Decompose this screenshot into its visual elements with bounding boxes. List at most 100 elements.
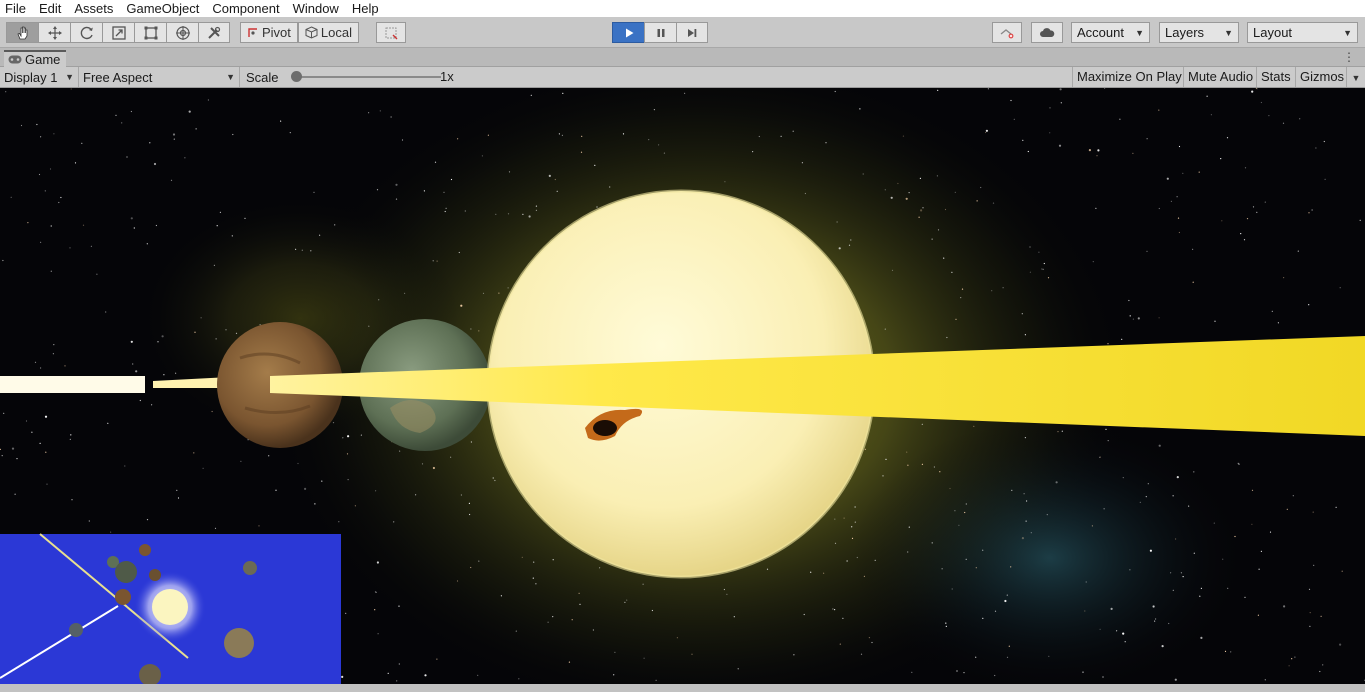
star — [1166, 177, 1169, 180]
tab-game[interactable]: Game — [4, 50, 67, 67]
star — [532, 577, 534, 579]
scale-slider-thumb[interactable] — [290, 71, 302, 82]
pause-button[interactable] — [644, 22, 676, 43]
star — [994, 610, 997, 612]
play-button[interactable] — [612, 22, 644, 43]
local-button[interactable]: Local — [297, 22, 359, 43]
rotate-tool-button[interactable] — [70, 22, 102, 43]
gizmos-dropdown[interactable]: ▼ — [1346, 67, 1365, 87]
grid-snap-icon — [385, 27, 398, 39]
star — [975, 567, 977, 569]
star — [863, 575, 866, 577]
star — [919, 177, 922, 179]
star — [1152, 605, 1155, 608]
star — [832, 608, 834, 610]
move-tool-button[interactable] — [38, 22, 70, 43]
status-bar — [0, 684, 1365, 692]
star — [1002, 287, 1004, 289]
star — [347, 479, 349, 481]
maximize-on-play-toggle[interactable]: Maximize On Play — [1072, 67, 1186, 87]
star — [941, 568, 943, 570]
star — [295, 248, 297, 250]
local-label: Local — [320, 25, 352, 40]
star — [1193, 552, 1195, 554]
star — [132, 363, 134, 365]
star — [1335, 506, 1337, 508]
menu-window[interactable]: Window — [287, 0, 346, 17]
mute-audio-toggle[interactable]: Mute Audio — [1183, 67, 1257, 87]
star — [518, 678, 520, 680]
star — [1010, 566, 1012, 568]
gizmos-button[interactable]: Gizmos — [1295, 67, 1348, 87]
star — [135, 370, 138, 373]
menu-help[interactable]: Help — [346, 0, 386, 17]
star — [1049, 107, 1051, 109]
star — [1264, 679, 1266, 681]
star — [301, 249, 303, 251]
menu-file[interactable]: File — [0, 0, 33, 17]
star — [16, 458, 18, 460]
menu-edit[interactable]: Edit — [33, 0, 68, 17]
game-viewport[interactable] — [0, 88, 1365, 684]
layout-dropdown[interactable]: Layout ▼ — [1247, 22, 1358, 43]
star — [850, 239, 852, 241]
menu-gameobject[interactable]: GameObject — [120, 0, 206, 17]
collab-button[interactable] — [992, 22, 1022, 43]
star — [1178, 231, 1180, 234]
star — [558, 133, 561, 135]
layers-dropdown[interactable]: Layers ▼ — [1159, 22, 1239, 43]
rect-tool-button[interactable] — [134, 22, 166, 43]
star — [225, 329, 227, 331]
game-view-toolbar: Display 1 ▼ Free Aspect ▼ Scale 1x Maxim… — [0, 67, 1365, 88]
star — [27, 222, 29, 224]
star — [1251, 90, 1254, 93]
transform-tool-button[interactable] — [166, 22, 198, 43]
account-dropdown[interactable]: Account ▼ — [1071, 22, 1150, 43]
more-options-icon[interactable]: ⋮ — [1343, 50, 1355, 64]
star — [1312, 511, 1314, 513]
star — [1251, 489, 1254, 491]
star — [911, 671, 913, 674]
star — [1158, 207, 1160, 210]
star — [1206, 95, 1208, 97]
minimap[interactable] — [0, 533, 341, 684]
stats-toggle[interactable]: Stats — [1256, 67, 1295, 87]
custom-tool-button[interactable] — [198, 22, 230, 43]
star — [965, 558, 967, 560]
star — [456, 580, 459, 582]
star — [547, 621, 549, 623]
cloud-button[interactable] — [1031, 22, 1063, 43]
menu-assets[interactable]: Assets — [68, 0, 120, 17]
star — [1257, 614, 1259, 616]
aspect-select[interactable]: Free Aspect ▼ — [79, 67, 240, 87]
star — [1308, 588, 1311, 590]
star — [115, 114, 117, 116]
star — [980, 186, 982, 189]
star — [398, 663, 400, 665]
scale-tool-button[interactable] — [102, 22, 134, 43]
main-toolbar: Pivot Local Account ▼ Layers ▼ Layout ▼ — [0, 17, 1365, 48]
star — [124, 465, 126, 467]
scale-slider[interactable] — [290, 71, 441, 82]
star — [81, 142, 83, 144]
star — [1226, 137, 1229, 139]
star — [1010, 99, 1012, 102]
snap-button[interactable] — [376, 22, 406, 43]
star — [1277, 322, 1279, 324]
star — [460, 304, 463, 307]
star — [64, 365, 66, 367]
star — [436, 260, 438, 262]
step-button[interactable] — [676, 22, 708, 43]
step-icon — [688, 28, 697, 37]
star — [1029, 246, 1031, 248]
pivot-button[interactable]: Pivot — [240, 22, 298, 43]
star — [1055, 481, 1058, 484]
star — [390, 116, 392, 118]
star — [289, 132, 291, 134]
game-scene — [0, 88, 1365, 684]
menu-component[interactable]: Component — [206, 0, 286, 17]
star — [432, 260, 434, 262]
star — [1309, 625, 1311, 628]
hand-tool-button[interactable] — [6, 22, 38, 43]
display-select[interactable]: Display 1 ▼ — [0, 67, 79, 87]
